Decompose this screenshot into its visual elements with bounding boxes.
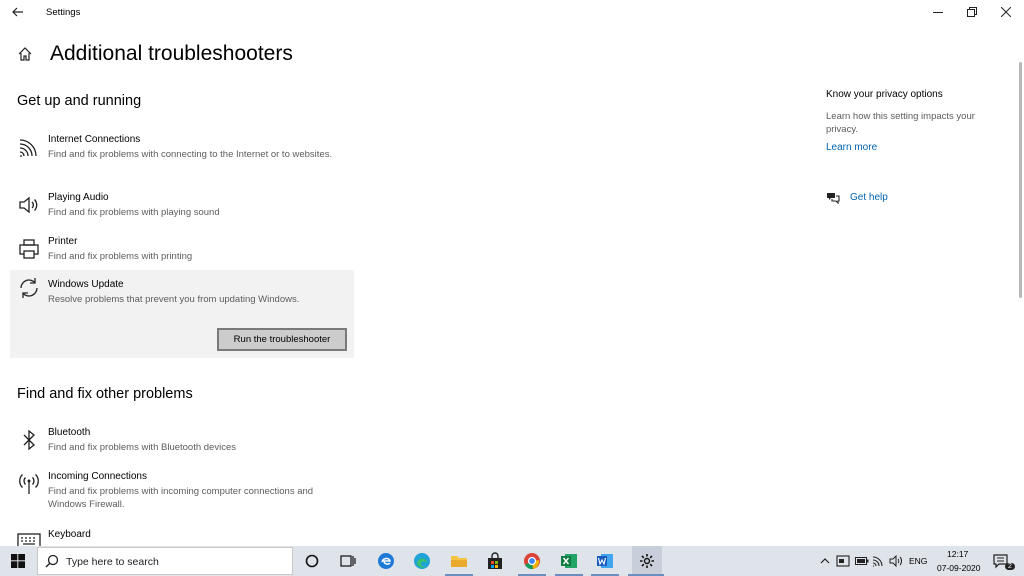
settings-gear-icon[interactable]: [632, 546, 662, 576]
clock-time[interactable]: 12:17: [947, 549, 968, 559]
file-explorer-icon[interactable]: [448, 550, 470, 572]
troubleshooter-name: Internet Connections: [48, 134, 141, 145]
window-title: Settings: [46, 7, 81, 18]
settings-window: Settings Additional troubleshooters Get …: [0, 0, 1024, 546]
run-troubleshooter-button[interactable]: Run the troubleshooter: [217, 328, 347, 351]
page-title: Additional troubleshooters: [50, 42, 293, 65]
troubleshooter-bluetooth[interactable]: Bluetooth Find and fix problems with Blu…: [10, 427, 354, 457]
back-arrow-icon[interactable]: [6, 2, 30, 22]
troubleshooter-name: Printer: [48, 236, 78, 247]
language-indicator[interactable]: ENG: [909, 556, 927, 566]
troubleshooter-incoming-connections[interactable]: Incoming Connections Find and fix proble…: [10, 471, 354, 515]
title-bar: Settings: [0, 0, 1024, 26]
bluetooth-icon: [16, 427, 42, 453]
clock-date[interactable]: 07-09-2020: [937, 563, 980, 573]
taskbar-search-box[interactable]: Type here to search: [37, 547, 293, 575]
speaker-icon: [16, 192, 42, 218]
troubleshooter-playing-audio[interactable]: Playing Audio Find and fix problems with…: [10, 192, 354, 222]
store-icon[interactable]: [484, 550, 506, 572]
troubleshooter-internet-connections[interactable]: Internet Connections Find and fix proble…: [10, 134, 354, 178]
troubleshooter-name: Keyboard: [48, 529, 91, 540]
search-placeholder: Type here to search: [66, 556, 159, 568]
edge-icon[interactable]: [411, 550, 433, 572]
home-icon[interactable]: [17, 46, 33, 62]
privacy-heading: Know your privacy options: [826, 89, 943, 100]
close-icon[interactable]: [990, 2, 1022, 22]
edge-legacy-icon[interactable]: [375, 550, 397, 572]
chrome-icon[interactable]: [521, 550, 543, 572]
learn-more-link[interactable]: Learn more: [826, 142, 877, 153]
minimize-icon[interactable]: [922, 2, 954, 22]
chevron-up-icon[interactable]: [818, 554, 832, 568]
troubleshooter-name: Incoming Connections: [48, 471, 147, 482]
chat-bubbles-icon: [826, 191, 840, 205]
scrollbar[interactable]: [1019, 62, 1022, 298]
troubleshooter-name: Windows Update: [48, 279, 124, 290]
troubleshooter-windows-update[interactable]: Windows Update Resolve problems that pre…: [10, 270, 354, 358]
windows-start-icon[interactable]: [0, 546, 36, 576]
cortana-icon[interactable]: [301, 550, 323, 572]
troubleshooter-keyboard[interactable]: Keyboard: [10, 529, 354, 546]
printer-icon: [16, 236, 42, 262]
notification-badge: 2: [1005, 563, 1015, 570]
task-view-icon[interactable]: [337, 550, 359, 572]
troubleshooter-description: Find and fix problems with incoming comp…: [48, 486, 314, 510]
refresh-icon: [16, 275, 42, 301]
word-icon[interactable]: [594, 550, 616, 572]
taskbar: Type here to search ENG 12:17 07-09-2020…: [0, 546, 1024, 576]
section-title-find-and-fix-other-problems: Find and fix other problems: [17, 386, 193, 402]
troubleshooter-name: Bluetooth: [48, 427, 91, 438]
meet-now-icon[interactable]: [836, 554, 850, 568]
restore-icon[interactable]: [956, 2, 988, 22]
troubleshooter-printer[interactable]: Printer Find and fix problems with print…: [10, 236, 354, 266]
troubleshooter-description: Find and fix problems with printing: [48, 251, 193, 262]
keyboard-icon: [16, 529, 42, 546]
search-icon: [45, 554, 59, 568]
wifi-tray-icon[interactable]: [872, 554, 886, 568]
antenna-icon: [16, 471, 42, 497]
wifi-icon: [16, 134, 42, 160]
section-title-get-up-and-running: Get up and running: [17, 93, 142, 109]
troubleshooter-description: Find and fix problems with playing sound: [48, 207, 220, 218]
troubleshooter-description: Find and fix problems with Bluetooth dev…: [48, 442, 236, 453]
privacy-text: Learn how this setting impacts your priv…: [826, 111, 975, 135]
troubleshooter-name: Playing Audio: [48, 192, 109, 203]
volume-icon[interactable]: [889, 554, 903, 568]
troubleshooter-description: Resolve problems that prevent you from u…: [48, 294, 300, 305]
troubleshooter-description: Find and fix problems with connecting to…: [48, 149, 333, 160]
get-help-link[interactable]: Get help: [850, 192, 888, 203]
battery-icon[interactable]: [855, 554, 869, 568]
excel-icon[interactable]: [558, 550, 580, 572]
